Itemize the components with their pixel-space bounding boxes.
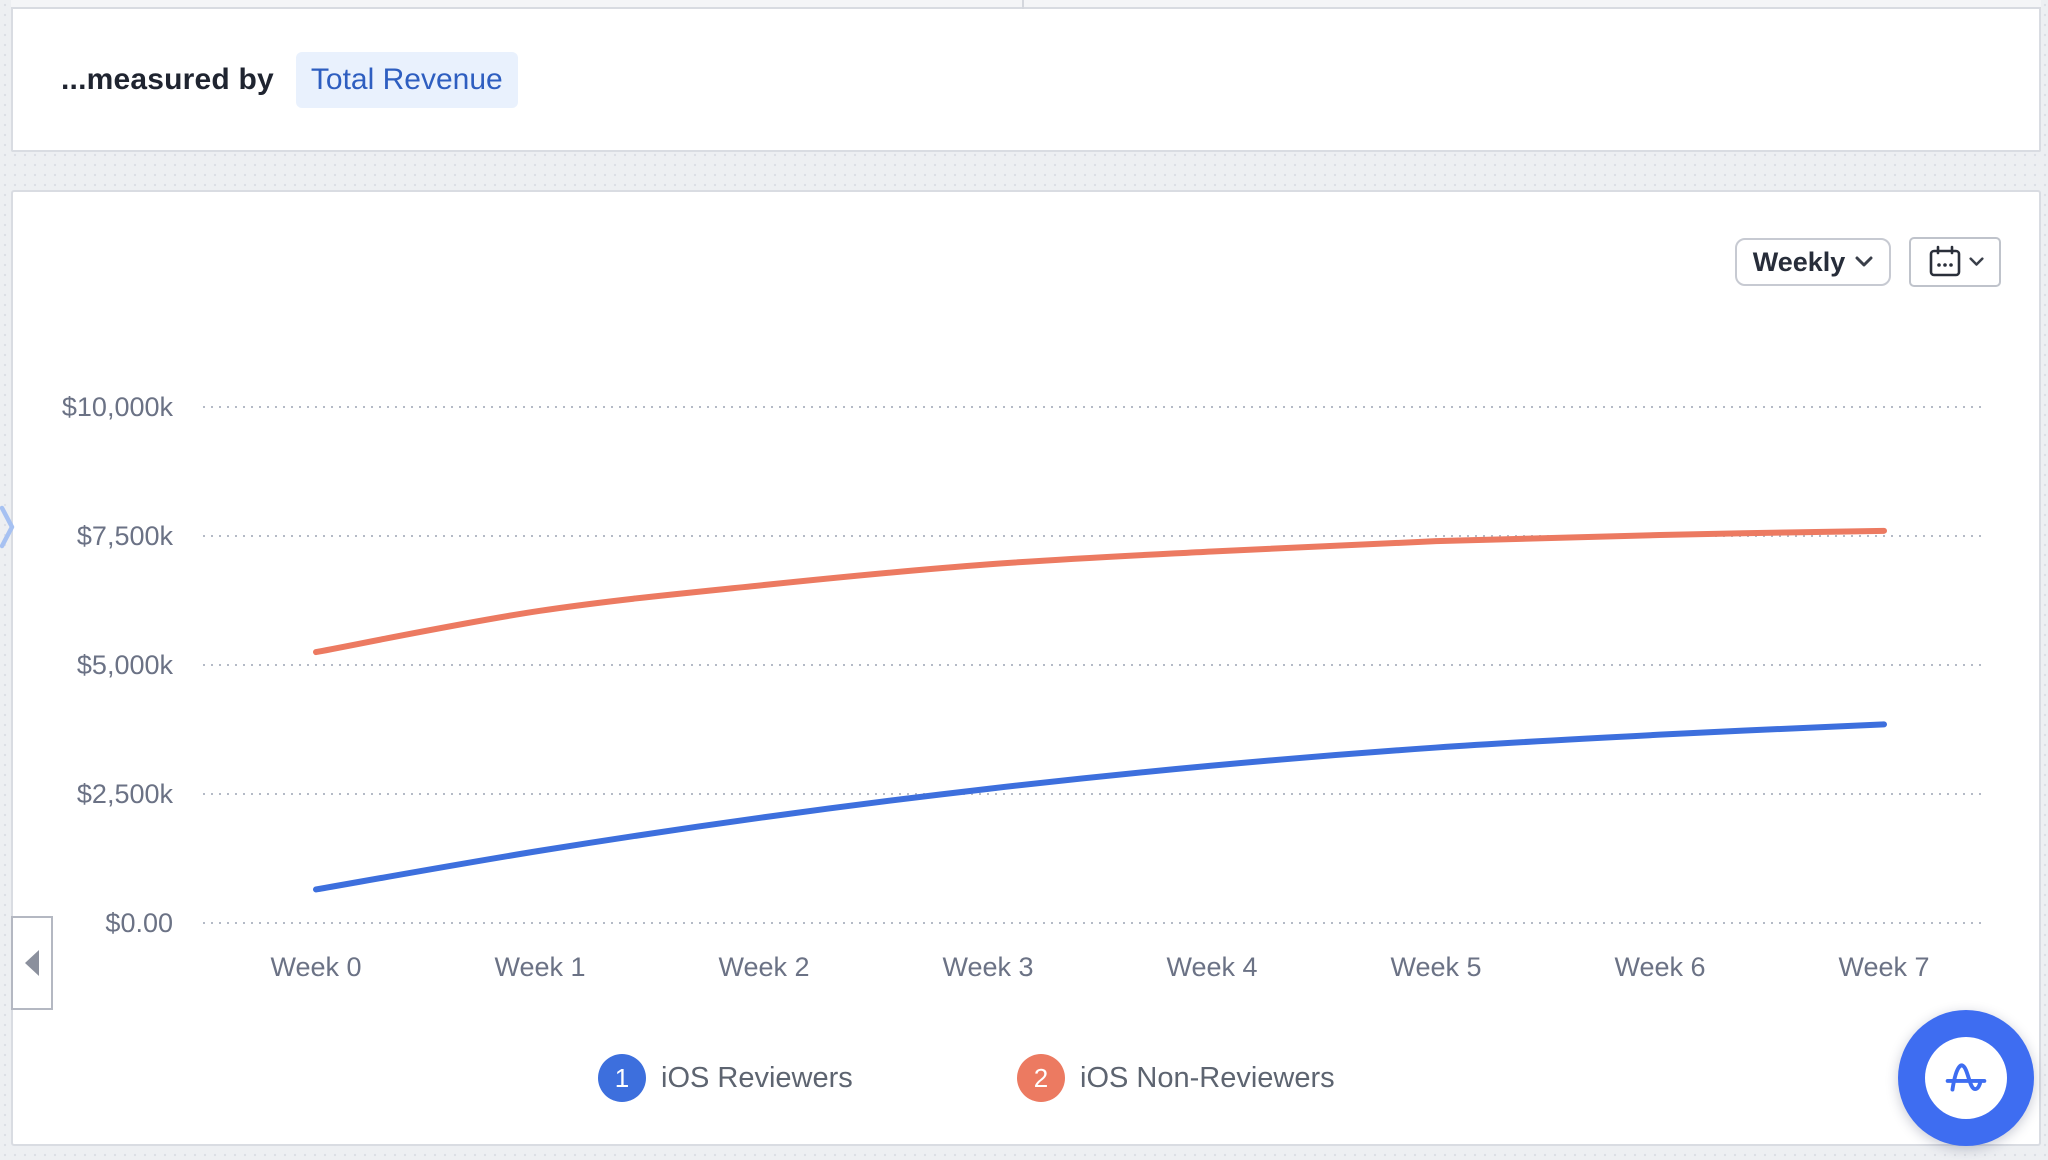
calendar-icon xyxy=(1929,245,1960,277)
series-line-2[interactable] xyxy=(313,527,1887,656)
collapse-panel-button[interactable] xyxy=(11,916,53,1010)
x-tick-label: Week 4 xyxy=(1166,952,1257,982)
x-tick-label: Week 1 xyxy=(494,952,585,982)
chart-panel: $0.00 $2,500k $5,000k $7,500k $10,000k Week 0… xyxy=(11,190,2041,1146)
chart-legend: 1 iOS Reviewers 2 iOS Non-Reviewers xyxy=(13,1054,2039,1104)
y-tick-label: $2,500k xyxy=(77,779,174,809)
y-tick-label: $10,000k xyxy=(62,392,174,422)
previous-row-edge xyxy=(11,0,2041,9)
calendar-button[interactable] xyxy=(1909,237,2001,287)
legend-item-ios-reviewers[interactable]: 1 iOS Reviewers xyxy=(598,1054,853,1102)
y-tick-label: $7,500k xyxy=(77,521,174,551)
measured-by-panel: ...measured by Total Revenue xyxy=(11,9,2041,152)
triangle-left-icon xyxy=(25,950,39,976)
amplitude-icon xyxy=(1925,1037,2007,1119)
legend-item-ios-non-reviewers[interactable]: 2 iOS Non-Reviewers xyxy=(1017,1054,1335,1102)
legend-label: iOS Reviewers xyxy=(661,1061,853,1094)
chevron-down-icon xyxy=(1855,256,1873,267)
amplitude-logo-button[interactable] xyxy=(1898,1010,2034,1146)
granularity-button[interactable]: Weekly xyxy=(1735,238,1891,286)
series-line-1[interactable] xyxy=(313,721,1887,893)
granularity-label: Weekly xyxy=(1752,246,1846,277)
x-tick-label: Week 5 xyxy=(1390,952,1481,982)
x-tick-label: Week 7 xyxy=(1838,952,1929,982)
y-tick-label: $0.00 xyxy=(105,908,173,938)
metric-chip-total-revenue[interactable]: Total Revenue xyxy=(295,51,518,108)
expand-panel-handle[interactable] xyxy=(0,503,16,551)
x-tick-label: Week 3 xyxy=(942,952,1033,982)
x-tick-label: Week 2 xyxy=(718,952,809,982)
legend-badge-2: 2 xyxy=(1017,1054,1065,1102)
y-tick-label: $5,000k xyxy=(77,650,174,680)
x-tick-label: Week 6 xyxy=(1614,952,1705,982)
panel-divider xyxy=(1022,0,1024,9)
legend-badge-1: 1 xyxy=(598,1054,646,1102)
chevron-down-icon xyxy=(1968,257,1984,266)
chart-plot-area[interactable]: $0.00 $2,500k $5,000k $7,500k $10,000k Week 0… xyxy=(13,192,2039,1144)
chevron-right-icon xyxy=(0,505,15,549)
x-tick-label: Week 0 xyxy=(270,952,361,982)
measured-by-label: ...measured by xyxy=(61,62,274,96)
legend-number: 2 xyxy=(1033,1062,1049,1093)
legend-number: 1 xyxy=(614,1062,630,1093)
legend-label: iOS Non-Reviewers xyxy=(1080,1061,1335,1094)
